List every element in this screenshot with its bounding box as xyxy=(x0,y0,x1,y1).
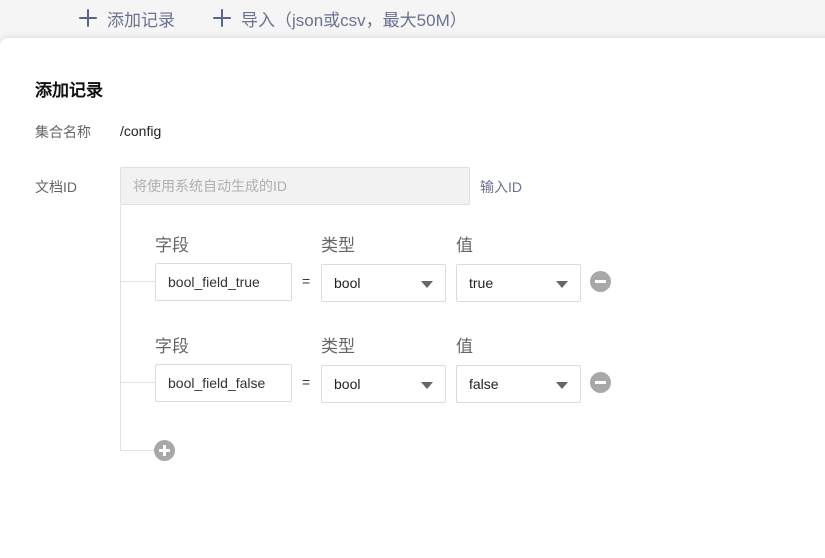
field-name-input[interactable] xyxy=(155,364,292,402)
field-column-header: 字段 xyxy=(155,236,189,255)
value-select[interactable]: false xyxy=(456,365,581,403)
import-label: 导入（json或csv，最大50M） xyxy=(241,10,467,30)
input-id-link[interactable]: 输入ID xyxy=(480,177,522,197)
type-column-header: 类型 xyxy=(321,236,355,255)
add-row-button[interactable] xyxy=(154,440,175,461)
doc-id-label: 文档ID xyxy=(35,179,77,195)
caret-down-icon xyxy=(421,281,433,288)
collection-name-label: 集合名称 xyxy=(35,124,91,140)
type-select-value: bool xyxy=(334,376,361,392)
value-column-header: 值 xyxy=(456,337,473,356)
import-button[interactable]: 导入（json或csv，最大50M） xyxy=(213,6,467,30)
tree-branch xyxy=(120,382,156,383)
caret-down-icon xyxy=(421,382,433,389)
caret-down-icon xyxy=(556,281,568,288)
tree-branch xyxy=(120,281,156,282)
caret-down-icon xyxy=(556,382,568,389)
type-column-header: 类型 xyxy=(321,337,355,356)
tree-connector xyxy=(120,205,121,451)
plus-icon xyxy=(79,9,97,27)
type-select-value: bool xyxy=(334,275,361,291)
add-record-panel: 添加记录 集合名称 /config 文档ID 输入ID 字段 类型 值 = bo… xyxy=(0,38,825,558)
type-select[interactable]: bool xyxy=(321,264,446,302)
remove-row-button[interactable] xyxy=(590,271,611,292)
value-select-value: false xyxy=(469,376,499,392)
collection-name-value: /config xyxy=(120,123,162,139)
add-record-label: 添加记录 xyxy=(107,10,175,30)
value-column-header: 值 xyxy=(456,236,473,255)
equals-sign: = xyxy=(302,374,311,390)
field-column-header: 字段 xyxy=(155,337,189,356)
equals-sign: = xyxy=(302,273,311,289)
tree-branch xyxy=(120,450,156,451)
panel-title: 添加记录 xyxy=(35,81,103,100)
remove-row-button[interactable] xyxy=(590,372,611,393)
type-select[interactable]: bool xyxy=(321,365,446,403)
value-select[interactable]: true xyxy=(456,264,581,302)
value-select-value: true xyxy=(469,275,494,291)
doc-id-input[interactable] xyxy=(120,167,470,205)
add-record-button[interactable]: 添加记录 xyxy=(79,6,175,30)
field-name-input[interactable] xyxy=(155,263,292,301)
plus-icon xyxy=(213,9,231,27)
